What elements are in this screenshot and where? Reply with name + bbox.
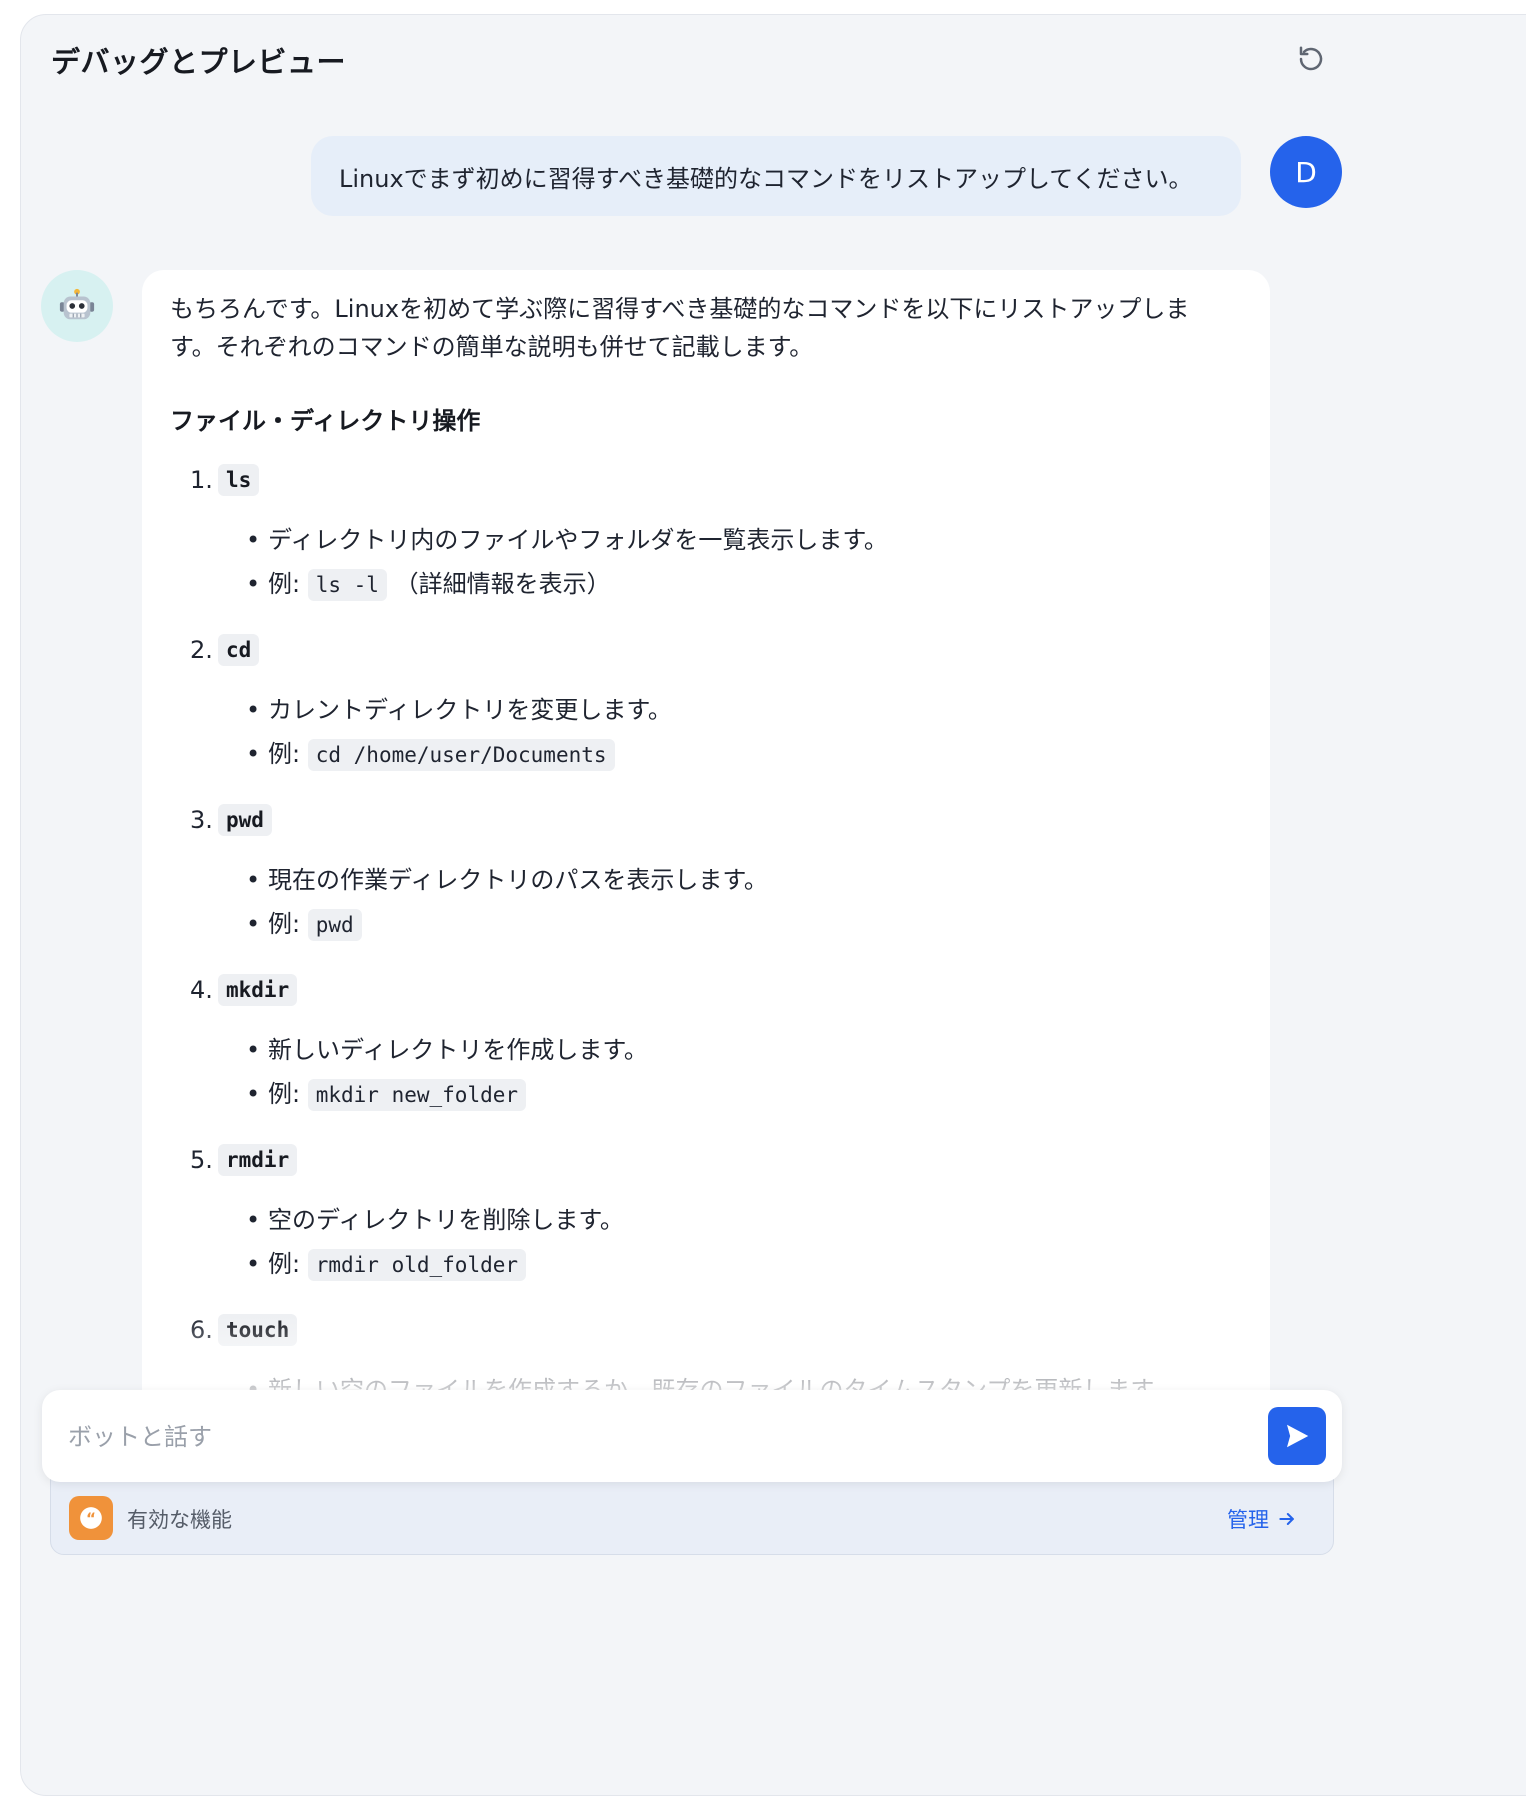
command-example: • 例: ls -l （詳細情報を表示）: [246, 562, 1242, 606]
command-item-ls: 1. ls • ディレクトリ内のファイルやフォルダを一覧表示します。 • 例: ls…: [170, 462, 1242, 606]
bot-intro-line-2: す。それぞれのコマンドの簡単な説明も併せて記載します。: [170, 333, 814, 361]
example-note: （詳細情報を表示）: [394, 570, 611, 598]
command-item-cd: 2. cd • カレントディレクトリを変更します。 • 例: cd /home/us…: [170, 632, 1242, 776]
send-icon: [1287, 1424, 1309, 1448]
command-example: • 例: cd /home/user/Documents: [246, 732, 1242, 776]
command-number: 2.: [190, 636, 213, 664]
panel-header: デバッグとプレビュー: [21, 15, 1526, 105]
debug-preview-panel: デバッグとプレビュー Linuxでまず初めに習得すべき基礎的なコマンドをリストア…: [20, 14, 1526, 1796]
manage-label: 管理: [1227, 1508, 1269, 1532]
example-code: ls -l: [307, 569, 387, 601]
example-code: mkdir new_folder: [307, 1079, 527, 1111]
command-description: • 空のディレクトリを削除します。: [246, 1206, 624, 1234]
user-message-text: Linuxでまず初めに習得すべき基礎的なコマンドをリストアップしてください。: [339, 164, 1193, 193]
page-title: デバッグとプレビュー: [51, 45, 347, 79]
bot-message-bubble: もちろんです。Linuxを初めて学ぶ際に習得すべき基礎的なコマンドを以下にリスト…: [142, 270, 1270, 1470]
command-list: 1. ls • ディレクトリ内のファイルやフォルダを一覧表示します。 • 例: ls…: [170, 462, 1242, 1412]
manage-link[interactable]: 管理: [1227, 1504, 1297, 1534]
bot-intro: もちろんです。Linuxを初めて学ぶ際に習得すべき基礎的なコマンドを以下にリスト…: [170, 290, 1242, 366]
section-heading: ファイル・ディレクトリ操作: [170, 407, 481, 435]
chat-input-box: [42, 1390, 1342, 1484]
command-name: mkdir: [218, 974, 298, 1006]
send-button[interactable]: [1268, 1407, 1326, 1465]
robot-icon: [59, 288, 95, 320]
command-example: • 例: mkdir new_folder: [246, 1072, 1242, 1116]
command-description: • 新しいディレクトリを作成します。: [246, 1036, 648, 1064]
chat-input[interactable]: [66, 1390, 1250, 1484]
svg-text:“: “: [86, 1509, 96, 1527]
bot-avatar: [41, 270, 113, 342]
features-label: 有効な機能: [127, 1508, 232, 1532]
arrow-right-icon: [1279, 1513, 1294, 1525]
command-name: ls: [218, 464, 260, 496]
user-avatar: D: [1270, 136, 1342, 208]
command-number: 6.: [190, 1316, 213, 1344]
quote-icon: “: [69, 1496, 113, 1540]
example-code: pwd: [307, 909, 362, 941]
command-item-rmdir: 5. rmdir • 空のディレクトリを削除します。 • 例: rmdir old_…: [170, 1142, 1242, 1286]
command-number: 3.: [190, 806, 213, 834]
command-example: • 例: pwd: [246, 902, 1242, 946]
example-code: cd /home/user/Documents: [307, 739, 615, 771]
command-description: • カレントディレクトリを変更します。: [246, 696, 672, 724]
command-number: 1.: [190, 466, 213, 494]
command-number: 4.: [190, 976, 213, 1004]
command-name: cd: [218, 634, 260, 666]
command-item-mkdir: 4. mkdir • 新しいディレクトリを作成します。 • 例: mkdir new…: [170, 972, 1242, 1116]
command-example: • 例: rmdir old_folder: [246, 1242, 1242, 1286]
command-description: • ディレクトリ内のファイルやフォルダを一覧表示します。: [246, 526, 888, 554]
bot-intro-line-1: もちろんです。Linuxを初めて学ぶ際に習得すべき基礎的なコマンドを以下にリスト…: [170, 295, 1190, 323]
command-name: touch: [218, 1314, 298, 1346]
refresh-button[interactable]: [1293, 41, 1329, 77]
command-name: rmdir: [218, 1144, 298, 1176]
example-code: rmdir old_folder: [307, 1249, 527, 1281]
command-name: pwd: [218, 804, 272, 836]
command-item-pwd: 3. pwd • 現在の作業ディレクトリのパスを表示します。 • 例: pwd: [170, 802, 1242, 946]
refresh-icon: [1299, 46, 1323, 71]
user-message-bubble: Linuxでまず初めに習得すべき基礎的なコマンドをリストアップしてください。: [311, 136, 1241, 216]
command-description: • 現在の作業ディレクトリのパスを表示します。: [246, 866, 768, 894]
command-number: 5.: [190, 1146, 213, 1174]
